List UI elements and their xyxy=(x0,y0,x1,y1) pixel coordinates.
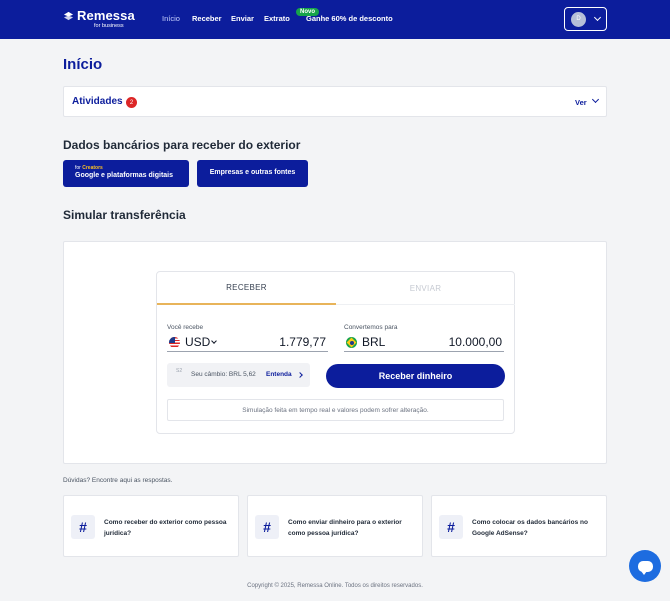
simulate-section-title: Simular transferência xyxy=(63,208,186,222)
nav-item-extrato[interactable]: Extrato xyxy=(264,14,290,23)
convert-amount-value[interactable]: 10.000,00 xyxy=(449,335,502,349)
avatar: D xyxy=(571,11,586,27)
chevron-right-icon[interactable] xyxy=(297,372,303,378)
convert-currency: BRL xyxy=(362,335,386,349)
chat-support-button[interactable] xyxy=(629,550,661,582)
faq-title: Dúvidas? Encontre aqui as respostas. xyxy=(63,477,173,484)
faq-question: Como colocar os dados bancários no Googl… xyxy=(472,519,588,537)
faq-card[interactable]: # Como receber do exterior como pessoa j… xyxy=(63,495,239,557)
exchange-rate-text: Seu câmbio: BRL 5,62 xyxy=(191,371,256,378)
receive-label: Você recebe xyxy=(167,324,204,331)
creators-highlight: Creators xyxy=(82,165,103,171)
faq-card[interactable]: # Como enviar dinheiro para o exterior c… xyxy=(247,495,423,557)
new-badge: Novo xyxy=(296,8,319,16)
google-platforms-button[interactable]: for Creators Google e plataformas digita… xyxy=(63,160,189,187)
hashtag-icon: # xyxy=(71,515,95,539)
hashtag-icon: # xyxy=(255,515,279,539)
copyright: Copyright © 2025, Remessa Online. Todos … xyxy=(247,583,423,589)
companies-sources-button[interactable]: Empresas e outras fontes xyxy=(197,160,308,187)
tab-receber[interactable]: RECEBER xyxy=(157,272,336,305)
page-title: Início xyxy=(63,56,103,73)
receive-money-button[interactable]: Receber dinheiro xyxy=(326,364,505,388)
creators-tag: for Creators xyxy=(75,165,103,171)
receive-amount-field[interactable]: USD 1.779,77 xyxy=(167,334,328,352)
activities-panel[interactable]: Atividades 2 Ver xyxy=(63,86,607,117)
nav-item-desconto[interactable]: Ganhe 60% de desconto xyxy=(306,14,393,23)
tab-enviar[interactable]: ENVIAR xyxy=(336,272,515,305)
exchange-rate-icon: S2 xyxy=(176,368,183,374)
chat-bubble-icon xyxy=(637,560,653,575)
nav-item-receber[interactable]: Receber xyxy=(192,14,222,23)
logo[interactable]: Remessa for business xyxy=(63,8,135,29)
chevron-down-icon[interactable] xyxy=(591,95,600,104)
us-flag-icon xyxy=(169,337,180,348)
simulation-disclaimer: Simulação feita em tempo real e valores … xyxy=(167,399,504,421)
understand-link[interactable]: Entenda xyxy=(266,371,292,378)
brazil-flag-icon xyxy=(346,337,357,348)
companies-sources-label: Empresas e outras fontes xyxy=(209,169,296,176)
nav-item-enviar[interactable]: Enviar xyxy=(231,14,254,23)
activities-toggle[interactable]: Ver xyxy=(575,98,587,107)
exchange-rate-box: S2 Seu câmbio: BRL 5,62 Entenda xyxy=(167,363,310,387)
faq-question: Como enviar dinheiro para o exterior com… xyxy=(288,519,402,537)
faq-card[interactable]: # Como colocar os dados bancários no Goo… xyxy=(431,495,607,557)
simulation-card: RECEBER ENVIAR Você recebe USD 1.779,77 … xyxy=(63,241,607,464)
hashtag-icon: # xyxy=(439,515,463,539)
remessa-logo-icon xyxy=(63,11,74,20)
activities-label: Atividades xyxy=(72,96,123,107)
chevron-down-icon[interactable] xyxy=(211,338,217,344)
activities-count-badge: 2 xyxy=(126,97,137,108)
chevron-down-icon xyxy=(593,13,602,22)
convert-amount-field[interactable]: BRL 10.000,00 xyxy=(344,334,504,352)
receive-currency-select[interactable]: USD xyxy=(185,335,210,349)
nav-item-inicio[interactable]: Início xyxy=(162,14,180,23)
receive-amount-value[interactable]: 1.779,77 xyxy=(279,335,326,349)
convert-label: Convertemos para xyxy=(344,324,398,331)
simulator: RECEBER ENVIAR Você recebe USD 1.779,77 … xyxy=(156,271,515,434)
google-platforms-label: Google e plataformas digitais xyxy=(75,172,174,179)
top-header: Remessa for business Início Receber Envi… xyxy=(0,0,670,39)
logo-subtitle: for business xyxy=(94,23,124,29)
faq-question: Como receber do exterior como pessoa jur… xyxy=(104,519,227,537)
user-menu-button[interactable]: D xyxy=(564,7,607,31)
logo-text: Remessa xyxy=(77,8,135,23)
bank-section-title: Dados bancários para receber do exterior xyxy=(63,138,301,152)
